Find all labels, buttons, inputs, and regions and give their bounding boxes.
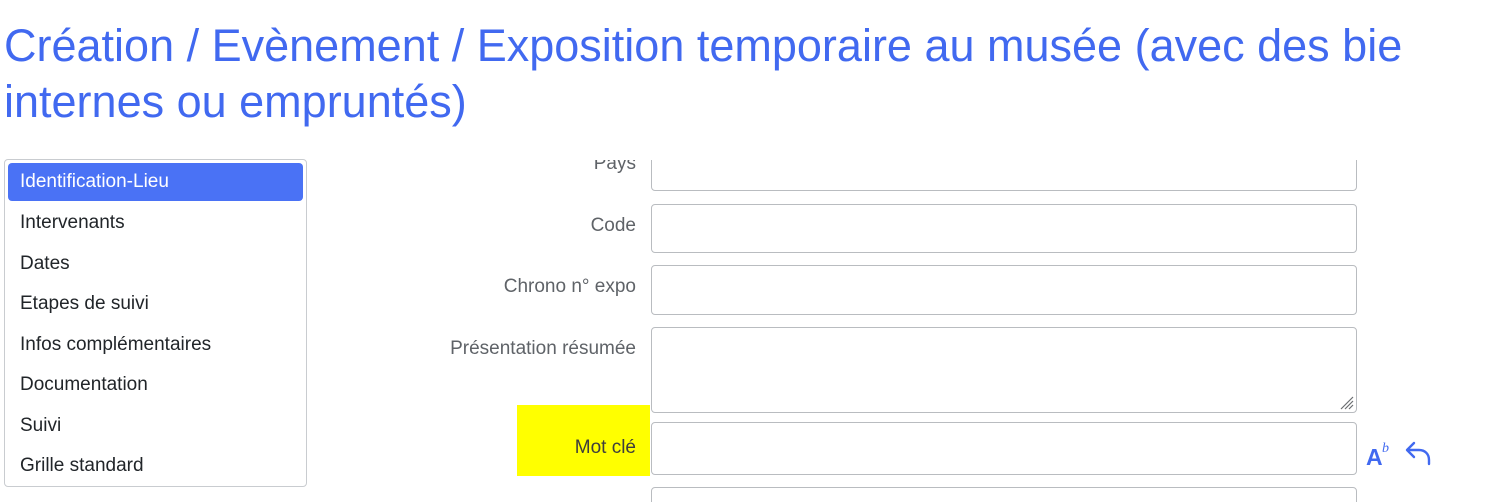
motcle-label: Mot clé bbox=[574, 437, 636, 458]
page-title-line-2: internes ou empruntés) bbox=[4, 76, 467, 127]
code-label: Code bbox=[590, 215, 636, 236]
pays-label: Pays bbox=[593, 160, 636, 174]
svg-text:b: b bbox=[1382, 441, 1389, 456]
resize-handle-icon[interactable] bbox=[1338, 394, 1354, 410]
form-scroll-area[interactable]: Pays Code Chrono n° expo Présentation ré… bbox=[0, 160, 1494, 502]
svg-text:A: A bbox=[1366, 444, 1383, 467]
page-title: Création / Evènement / Exposition tempor… bbox=[4, 18, 1494, 130]
pays-input[interactable] bbox=[651, 160, 1357, 191]
presentation-label: Présentation résumée bbox=[450, 338, 636, 359]
motcle-input[interactable] bbox=[651, 422, 1357, 475]
undo-icon[interactable] bbox=[1404, 440, 1432, 466]
next-field-input[interactable] bbox=[651, 487, 1357, 502]
code-input[interactable] bbox=[651, 204, 1357, 253]
chrono-input[interactable] bbox=[651, 265, 1357, 315]
format-text-icon[interactable]: A b bbox=[1366, 441, 1392, 467]
page-title-line-1: Création / Evènement / Exposition tempor… bbox=[4, 20, 1403, 71]
chrono-label: Chrono n° expo bbox=[503, 276, 636, 297]
presentation-textarea[interactable] bbox=[651, 327, 1357, 413]
